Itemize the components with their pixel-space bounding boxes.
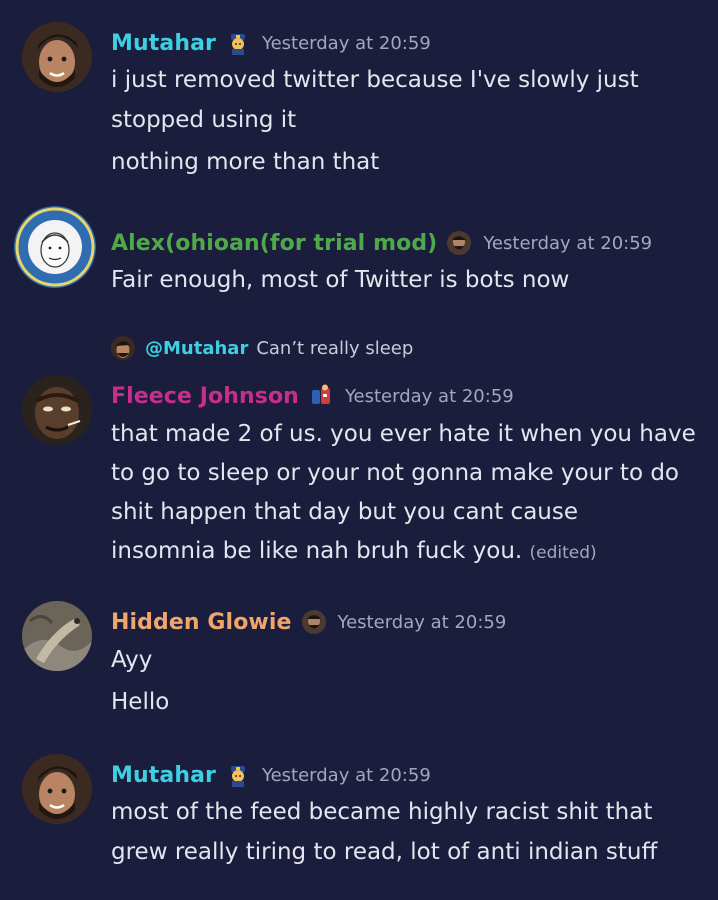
edited-label: (edited) — [529, 543, 597, 563]
timestamp: Yesterday at 20:59 — [483, 232, 653, 254]
avatar[interactable] — [22, 375, 92, 445]
username[interactable]: Fleece Johnson — [111, 384, 299, 409]
avatar[interactable] — [22, 754, 92, 824]
message-text: stopped using it — [111, 107, 297, 133]
user-avatar-icon — [22, 375, 92, 445]
police-officer-emoji-icon — [226, 763, 250, 787]
username[interactable]: Mutahar — [111, 763, 216, 788]
city-seal-avatar-icon — [14, 206, 96, 288]
message-text: that made 2 of us. you ever hate it when… — [111, 421, 696, 447]
reply-avatar-icon — [111, 336, 135, 360]
user-avatar-icon — [22, 754, 92, 824]
user-avatar-badge-icon — [301, 610, 326, 634]
message-text: to go to sleep or your not gonna make yo… — [111, 460, 680, 486]
message-text: i just removed twitter because I've slow… — [111, 67, 639, 93]
message-text: shit happen that day but you cant cause — [111, 499, 578, 525]
character-emoji-icon — [309, 384, 333, 408]
message-header: Fleece Johnson Yesterday at 20:59 — [111, 381, 514, 411]
timestamp: Yesterday at 20:59 — [337, 611, 507, 633]
reply-mention[interactable]: @Mutahar — [145, 338, 248, 359]
avatar[interactable] — [22, 601, 92, 671]
message-text: insomnia be like nah bruh fuck you. (edi… — [111, 531, 597, 573]
message-header: Mutahar Yesterday at 20:59 — [111, 28, 431, 58]
timestamp: Yesterday at 20:59 — [344, 385, 514, 407]
avatar[interactable] — [22, 22, 92, 92]
reply-reference[interactable]: @Mutahar Can’t really sleep — [111, 334, 413, 362]
message-text: Fair enough, most of Twitter is bots now — [111, 267, 570, 293]
user-avatar-badge-icon — [447, 231, 472, 255]
user-avatar-icon — [22, 601, 92, 671]
username[interactable]: Mutahar — [111, 31, 216, 56]
message-header: Alex(ohioan(for trial mod) Yesterday at … — [111, 228, 652, 258]
message-text: Hello — [111, 689, 170, 715]
reply-preview-text: Can’t really sleep — [256, 337, 414, 359]
timestamp: Yesterday at 20:59 — [261, 764, 431, 786]
avatar[interactable] — [14, 206, 96, 288]
message-text: grew really tiring to read, lot of anti … — [111, 839, 658, 865]
message-header: Mutahar Yesterday at 20:59 — [111, 760, 431, 790]
username[interactable]: Alex(ohioan(for trial mod) — [111, 231, 437, 256]
user-avatar-icon — [22, 22, 92, 92]
message-text: most of the feed became highly racist sh… — [111, 799, 653, 825]
police-officer-emoji-icon — [226, 31, 250, 55]
message-text-span: insomnia be like nah bruh fuck you. — [111, 538, 523, 564]
message-header: Hidden Glowie Yesterday at 20:59 — [111, 607, 506, 637]
message-text: Ayy — [111, 647, 153, 673]
username[interactable]: Hidden Glowie — [111, 610, 292, 635]
timestamp: Yesterday at 20:59 — [261, 32, 431, 54]
message-text: nothing more than that — [111, 149, 380, 175]
